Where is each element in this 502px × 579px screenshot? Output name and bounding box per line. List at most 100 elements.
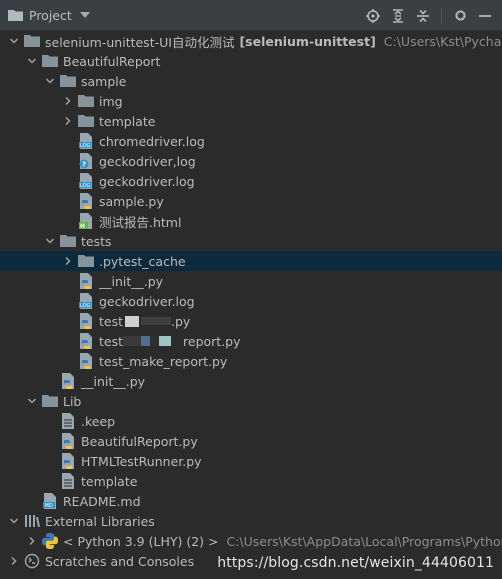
- svg-text:LOG: LOG: [80, 143, 91, 149]
- sdk-path: C:\Users\Kst\AppData\Local\Programs\Pyth…: [226, 533, 502, 549]
- project-view-title: Project: [29, 7, 72, 23]
- tree-row-test-report-py[interactable]: test report.py: [0, 331, 502, 351]
- hide-panel-icon[interactable]: [476, 7, 494, 25]
- python-file-icon: [78, 353, 94, 369]
- tree-row-tests-geckodriver-log[interactable]: LOG geckodriver.log: [0, 291, 502, 311]
- tree-row-sample-py[interactable]: sample.py: [0, 191, 502, 211]
- project-view-selector[interactable]: Project: [8, 8, 90, 23]
- folder-icon: [24, 33, 40, 49]
- chevron-right-icon[interactable]: [62, 255, 74, 267]
- tree-row-external-libraries[interactable]: External Libraries: [0, 511, 502, 531]
- tree-item-label: sample: [81, 73, 127, 89]
- tree-row-geckodriver-log[interactable]: LOG geckodriver.log: [0, 171, 502, 191]
- python-file-icon: [78, 273, 94, 289]
- markdown-file-icon: MD: [42, 493, 58, 509]
- tree-item-label-suffix: report.py: [183, 333, 241, 349]
- text-file-icon: [60, 413, 76, 429]
- libraries-icon: [24, 513, 40, 529]
- svg-text:?: ?: [82, 161, 86, 169]
- tree-item-label: chromedriver.log: [99, 133, 205, 149]
- chevron-down-icon[interactable]: [44, 235, 56, 247]
- tree-row-test-redacted-py[interactable]: test .py: [0, 311, 502, 331]
- tree-item-label: template: [99, 113, 156, 129]
- project-toolbar: Project: [0, 0, 502, 31]
- tree-row-geckodriver-comma-log[interactable]: ? geckodriver,log: [0, 151, 502, 171]
- locate-file-icon[interactable]: [364, 7, 382, 25]
- python-logo-icon: [42, 533, 58, 549]
- chevron-down-icon[interactable]: [8, 515, 20, 527]
- tree-row-report-html[interactable]: H 测试报告.html: [0, 211, 502, 231]
- tree-row-htmltestrunner-py[interactable]: HTMLTestRunner.py: [0, 451, 502, 471]
- scratches-icon: [24, 553, 40, 569]
- chevron-right-icon[interactable]: [26, 535, 38, 547]
- tree-row-keep[interactable]: .keep: [0, 411, 502, 431]
- tree-row-pytest-cache[interactable]: .pytest_cache: [0, 251, 502, 271]
- tree-item-label: < Python 3.9 (LHY) (2) >: [63, 533, 219, 549]
- tree-row-img[interactable]: img: [0, 91, 502, 111]
- svg-text:LOG: LOG: [80, 303, 91, 309]
- tree-item-label: tests: [81, 233, 112, 249]
- tree-row-python-sdk[interactable]: < Python 3.9 (LHY) (2) > C:\Users\Kst\Ap…: [0, 531, 502, 551]
- tree-row-readme-md[interactable]: MD README.md: [0, 491, 502, 511]
- tree-item-label-suffix: .py: [171, 313, 191, 329]
- tree-item-label: Lib: [63, 393, 82, 409]
- redaction-block: [125, 315, 140, 327]
- python-file-icon: [78, 333, 94, 349]
- log-file-icon: LOG: [78, 133, 94, 149]
- tree-row-init-py[interactable]: __init__.py: [0, 371, 502, 391]
- chevron-down-icon[interactable]: [26, 55, 38, 67]
- chevron-right-icon[interactable]: [62, 95, 74, 107]
- folder-icon: [42, 53, 58, 69]
- chevron-down-icon: [79, 12, 90, 18]
- tree-item-label: __init__.py: [99, 273, 164, 289]
- tree-item-label: .pytest_cache: [99, 253, 186, 269]
- tree-row-chromedriver-log[interactable]: LOG chromedriver.log: [0, 131, 502, 151]
- folder-icon: [60, 233, 76, 249]
- unknown-file-icon: ?: [78, 153, 94, 169]
- tree-row-sample[interactable]: sample: [0, 71, 502, 91]
- svg-text:MD: MD: [45, 503, 53, 509]
- tree-row-template-file[interactable]: template: [0, 471, 502, 491]
- tree-row-beautifulreport-py[interactable]: BeautifulReport.py: [0, 431, 502, 451]
- tree-row-test-make-report-py[interactable]: test_make_report.py: [0, 351, 502, 371]
- tree-row-root[interactable]: selenium-unittest-UI自动化测试 [selenium-unit…: [0, 31, 502, 51]
- tree-item-label: README.md: [63, 493, 141, 509]
- tree-item-label: BeautifulReport.py: [81, 433, 198, 449]
- python-file-icon: [60, 433, 76, 449]
- tree-row-beautifulreport[interactable]: BeautifulReport: [0, 51, 502, 71]
- tree-row-template[interactable]: template: [0, 111, 502, 131]
- chevron-down-icon[interactable]: [44, 75, 56, 87]
- tree-item-label: geckodriver.log: [99, 293, 195, 309]
- expand-all-icon[interactable]: [389, 7, 407, 25]
- chevron-right-icon[interactable]: [8, 555, 20, 567]
- tree-row-lib[interactable]: Lib: [0, 391, 502, 411]
- tree-item-label: 测试报告.html: [99, 214, 182, 230]
- tree-row-tests[interactable]: tests: [0, 231, 502, 251]
- tree-item-label: __init__.py: [81, 373, 146, 389]
- folder-icon: [78, 253, 94, 269]
- chevron-down-icon[interactable]: [26, 395, 38, 407]
- folder-icon: [60, 73, 76, 89]
- tree-item-label: template: [81, 473, 138, 489]
- python-file-icon: [60, 373, 76, 389]
- folder-icon: [78, 93, 94, 109]
- tree-item-label-prefix: test: [99, 313, 124, 329]
- chevron-down-icon[interactable]: [8, 35, 20, 47]
- folder-icon: [78, 113, 94, 129]
- redaction-block: [123, 336, 184, 346]
- root-module-name: [selenium-unittest]: [239, 33, 376, 49]
- tree-item-label: geckodriver.log: [99, 173, 195, 189]
- tree-item-label: sample.py: [99, 193, 164, 209]
- toolbar-divider: [441, 7, 442, 24]
- log-file-icon: LOG: [78, 173, 94, 189]
- gear-icon[interactable]: [451, 7, 469, 25]
- svg-text:H: H: [80, 223, 85, 229]
- tree-item-label: test_make_report.py: [99, 353, 228, 369]
- chevron-right-icon[interactable]: [62, 115, 74, 127]
- tree-item-label: img: [99, 93, 123, 109]
- tree-row-tests-init-py[interactable]: __init__.py: [0, 271, 502, 291]
- folder-icon: [42, 393, 58, 409]
- collapse-all-icon[interactable]: [414, 7, 432, 25]
- text-file-icon: [60, 473, 76, 489]
- tree-item-label: BeautifulReport: [63, 53, 161, 69]
